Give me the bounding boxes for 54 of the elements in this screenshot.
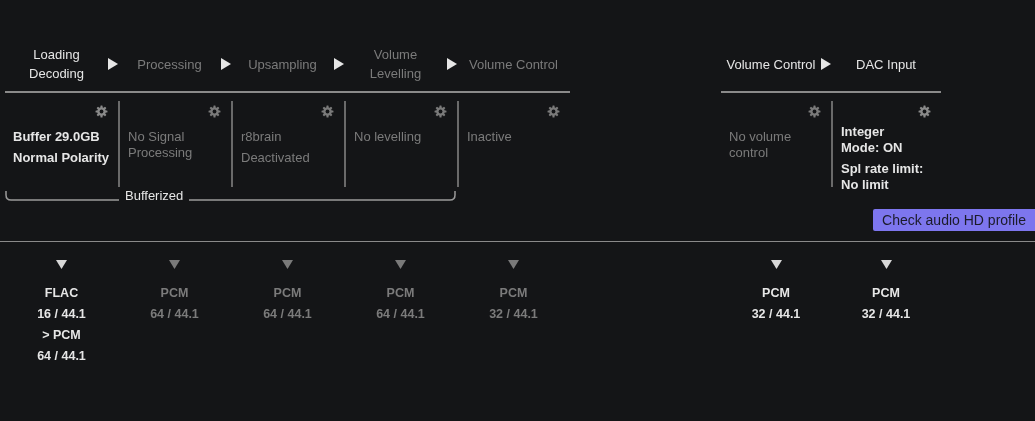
settings-icon[interactable] bbox=[321, 105, 334, 118]
stage-label: DAC Input bbox=[855, 55, 917, 74]
format-text: 16 / 44.1 bbox=[37, 306, 86, 323]
format-text: PCM bbox=[762, 285, 790, 302]
settings-icon[interactable] bbox=[434, 105, 447, 118]
settings-icon[interactable] bbox=[808, 105, 821, 118]
down-arrow-icon bbox=[282, 260, 293, 269]
settings-icon[interactable] bbox=[208, 105, 221, 118]
setting-text: No volume control bbox=[729, 129, 793, 161]
stage-label: Processing bbox=[136, 55, 203, 74]
format-text: PCM bbox=[160, 285, 189, 302]
stage-label: Volume Control bbox=[725, 55, 817, 74]
down-arrow-icon bbox=[880, 260, 892, 269]
format-text: FLAC bbox=[44, 285, 79, 302]
setting-text: Deactivated bbox=[241, 150, 311, 166]
arrow-icon bbox=[108, 58, 118, 70]
stage-label: Volume Control bbox=[468, 55, 559, 74]
setting-text: Inactive bbox=[467, 129, 513, 145]
setting-text: Integer Mode: ON bbox=[841, 124, 904, 156]
setting-text: r8brain bbox=[241, 129, 283, 145]
setting-text: No levelling bbox=[354, 129, 423, 145]
format-text: 64 / 44.1 bbox=[376, 306, 425, 323]
format-text: 64 / 44.1 bbox=[37, 348, 86, 365]
down-arrow-icon bbox=[395, 260, 406, 269]
format-text: 32 / 44.1 bbox=[751, 306, 801, 323]
settings-icon[interactable] bbox=[918, 105, 931, 118]
format-text: 32 / 44.1 bbox=[861, 306, 911, 323]
format-text: 64 / 44.1 bbox=[150, 306, 199, 323]
format-text: PCM bbox=[499, 285, 528, 302]
down-arrow-icon bbox=[56, 260, 67, 269]
settings-icon[interactable] bbox=[95, 105, 108, 118]
setting-text: Spl rate limit: No limit bbox=[841, 161, 925, 193]
stage-label: Loading Decoding bbox=[28, 46, 85, 83]
format-text: 64 / 44.1 bbox=[263, 306, 312, 323]
bracket-label: Bufferized bbox=[119, 188, 190, 203]
arrow-icon bbox=[334, 58, 344, 70]
format-text: PCM bbox=[273, 285, 302, 302]
check-profile-button[interactable]: Check audio HD profile bbox=[873, 209, 1035, 231]
setting-text: Buffer 29.0GB bbox=[13, 129, 101, 145]
format-text: 32 / 44.1 bbox=[489, 306, 538, 323]
arrow-icon bbox=[221, 58, 231, 70]
setting-text: Normal Polarity bbox=[13, 150, 110, 166]
format-text: PCM bbox=[386, 285, 415, 302]
settings-icon[interactable] bbox=[547, 105, 560, 118]
stage-label: Upsampling bbox=[247, 55, 318, 74]
setting-text: No Signal Processing bbox=[128, 129, 194, 161]
format-text: PCM bbox=[872, 285, 900, 302]
stage-label: Volume Levelling bbox=[368, 46, 423, 83]
down-arrow-icon bbox=[508, 260, 519, 269]
format-text: > PCM bbox=[42, 327, 81, 344]
down-arrow-icon bbox=[169, 260, 180, 269]
down-arrow-icon bbox=[770, 260, 782, 269]
arrow-icon bbox=[821, 58, 831, 70]
arrow-icon bbox=[447, 58, 457, 70]
